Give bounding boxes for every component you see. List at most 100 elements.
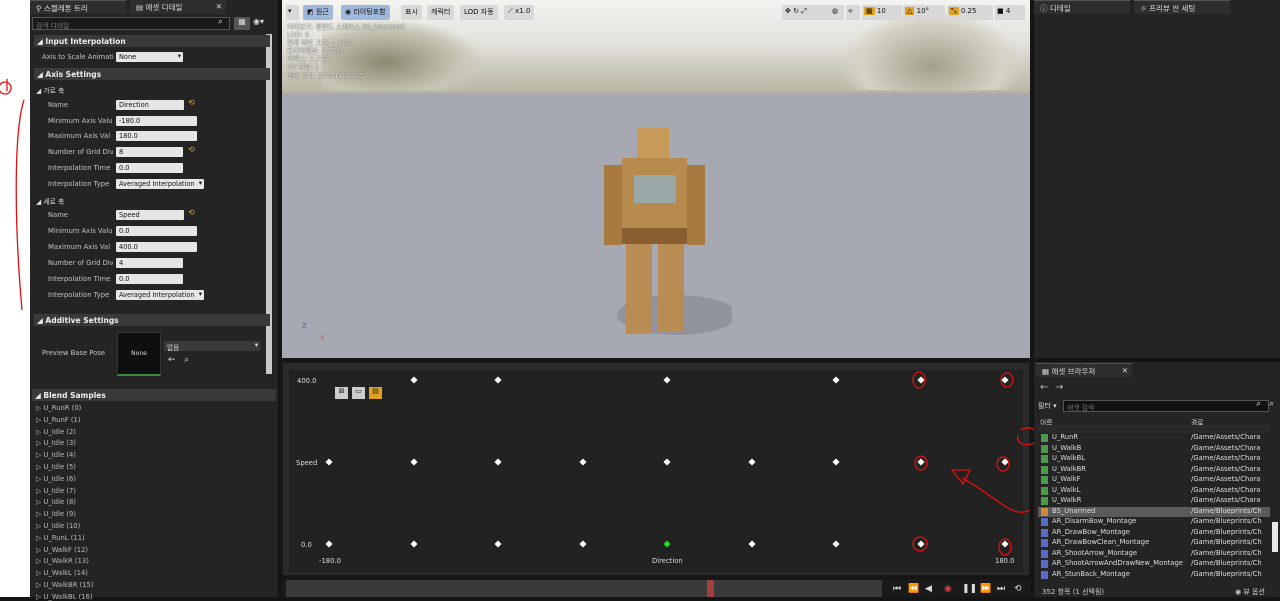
search-icon[interactable]: ⌕ xyxy=(1269,399,1274,409)
lit-button[interactable]: ◉ 라이팅포함 xyxy=(341,5,390,20)
rotate-icon[interactable]: ↻ xyxy=(793,7,799,15)
skip-to-start-icon[interactable]: ⏮ xyxy=(893,584,901,594)
blend-space-grid[interactable] xyxy=(289,370,1023,572)
angle-snap-button[interactable]: △ 10° xyxy=(903,5,945,20)
perspective-button[interactable]: ◩ 원근 xyxy=(303,5,333,20)
blend-sample-item[interactable]: ▷ U_Idle (5) xyxy=(36,463,76,471)
asset-row[interactable]: AR_StunBack_Montage/Game/Blueprints/Ch xyxy=(1038,570,1270,580)
blend-sample-item[interactable]: ▷ U_WalkBR (15) xyxy=(36,581,94,589)
arrow-left-icon[interactable]: ← xyxy=(168,355,176,365)
play-reverse-icon[interactable]: ◀ xyxy=(925,584,932,594)
tab-skeleton-tree[interactable]: ⚲ 스켈레톤 트리 xyxy=(30,0,126,14)
asset-row[interactable]: AR_DrawBow_Montage/Game/Blueprints/Ch xyxy=(1038,528,1270,538)
asset-row[interactable]: AR_ShootArrowAndDrawNew_Montage/Game/Blu… xyxy=(1038,559,1270,569)
asset-search-input[interactable]: 애셋 검색 xyxy=(1063,400,1269,412)
blend-sample-item[interactable]: ▷ U_RunF (1) xyxy=(36,416,81,424)
base-pose-thumbnail[interactable]: None xyxy=(117,332,161,376)
axis-scale-dropdown[interactable]: None xyxy=(116,52,183,62)
lod-button[interactable]: LOD 자동 xyxy=(460,5,498,20)
tab-details[interactable]: ⓘ 디테일 xyxy=(1034,0,1130,14)
blend-sample-item[interactable]: ▷ U_Idle (6) xyxy=(36,475,76,483)
h-interp-type-dropdown[interactable]: Averaged Interpolation xyxy=(116,179,204,189)
v-name-field[interactable]: Speed xyxy=(116,210,184,220)
asset-row[interactable]: AR_DrawBowClean_Montage/Game/Blueprints/… xyxy=(1038,538,1270,548)
asset-row[interactable]: U_WalkBL/Game/Assets/Chara xyxy=(1038,454,1270,464)
h-min-field[interactable]: -180.0 xyxy=(116,116,197,126)
h-grid-field[interactable]: 8 xyxy=(116,147,183,157)
eye-icon[interactable]: ◉▾ xyxy=(253,17,264,26)
v-interp-type-dropdown[interactable]: Averaged Interpolation xyxy=(116,290,204,300)
asset-row[interactable]: U_WalkF/Game/Assets/Chara xyxy=(1038,475,1270,485)
blend-sample-item[interactable]: ▷ U_Idle (3) xyxy=(36,439,76,447)
blend-sample-item[interactable]: ▷ U_Idle (8) xyxy=(36,498,76,506)
step-back-icon[interactable]: ⏪ xyxy=(908,584,919,594)
blend-sample-item[interactable]: ▷ U_Idle (7) xyxy=(36,487,76,495)
scale-icon[interactable]: ⤢ xyxy=(801,7,807,15)
asset-row[interactable]: U_WalkB/Game/Assets/Chara xyxy=(1038,444,1270,454)
h-name-field[interactable]: Direction xyxy=(116,100,184,110)
base-pose-dropdown[interactable]: 없음 xyxy=(164,341,260,351)
search-icon[interactable]: ⌕ xyxy=(184,355,189,365)
show-button[interactable]: 표시 xyxy=(401,5,422,20)
v-min-field[interactable]: 0.0 xyxy=(116,226,197,236)
blend-sample-item[interactable]: ▷ U_WalkL (14) xyxy=(36,569,88,577)
tab-preview-scene-settings[interactable]: ☼ 프리뷰 씬 세팅 xyxy=(1134,0,1230,14)
forward-arrow-icon[interactable]: → xyxy=(1055,382,1063,393)
asset-row[interactable]: U_RunR/Game/Assets/Chara xyxy=(1038,433,1270,443)
loop-icon[interactable]: ⟲ xyxy=(1014,584,1022,594)
asset-row[interactable]: U_WalkR/Game/Assets/Chara xyxy=(1038,496,1270,506)
surface-snap-button[interactable]: ⟡ xyxy=(846,5,860,20)
blend-sample-item[interactable]: ▷ U_WalkF (12) xyxy=(36,546,88,554)
grid-snap-button[interactable]: ▦ 10 xyxy=(862,5,902,20)
asset-row[interactable]: AR_DisarmBow_Montage/Game/Blueprints/Ch xyxy=(1038,517,1270,527)
v-grid-field[interactable]: 4 xyxy=(116,258,183,268)
asset-row[interactable]: BS_Unarmed/Game/Blueprints/Ch xyxy=(1038,506,1270,517)
translate-icon[interactable]: ✥ xyxy=(785,7,791,15)
close-icon[interactable]: ✕ xyxy=(216,2,222,11)
back-arrow-icon[interactable]: ← xyxy=(1040,382,1048,393)
details-search-input[interactable]: 검색 디테일 xyxy=(32,17,230,30)
camera-speed-button[interactable]: ■ 4 xyxy=(995,5,1025,20)
v-interp-time-field[interactable]: 0.0 xyxy=(116,274,183,284)
character-button[interactable]: 캐릭터 xyxy=(427,5,455,20)
v-max-field[interactable]: 400.0 xyxy=(116,242,197,252)
close-icon[interactable]: ✕ xyxy=(1122,366,1128,375)
viewport-menu-button[interactable]: ▾ xyxy=(286,5,299,20)
blend-sample-item[interactable]: ▷ U_Idle (9) xyxy=(36,510,76,518)
triangulation-toggle[interactable]: ⊠ xyxy=(335,387,348,399)
horizontal-axis-group[interactable]: ◢ 가로 축 xyxy=(36,85,64,95)
tab-asset-details[interactable]: ▤ 애셋 디테일 ✕ xyxy=(130,0,226,14)
blend-sample-item[interactable]: ▷ U_RunL (11) xyxy=(36,534,85,542)
reset-icon[interactable]: ⟲ xyxy=(188,208,195,217)
h-interp-time-field[interactable]: 0.0 xyxy=(116,163,183,173)
reset-icon[interactable]: ⟲ xyxy=(188,145,195,154)
blend-sample-item[interactable]: ▷ U_WalkR (13) xyxy=(36,557,89,565)
blend-sample-item[interactable]: ▷ U_Idle (10) xyxy=(36,522,80,530)
asset-row[interactable]: U_WalkL/Game/Assets/Chara xyxy=(1038,486,1270,496)
asset-list-scrollbar[interactable] xyxy=(1272,522,1278,552)
pause-icon[interactable]: ❚❚ xyxy=(962,584,977,594)
world-local-button[interactable]: ◍ xyxy=(830,5,844,20)
tooltip-toggle[interactable]: ▭ xyxy=(352,387,365,399)
section-axis-settings[interactable]: ◢ Axis Settings xyxy=(34,68,270,80)
playback-speed-button[interactable]: ⟋ x1.0 xyxy=(504,5,535,20)
view-options-button[interactable]: ◉ 뷰 옵션 xyxy=(1235,587,1265,597)
section-additive-settings[interactable]: ◢ Additive Settings xyxy=(34,314,270,326)
blend-sample-item[interactable]: ▷ U_Idle (4) xyxy=(36,451,76,459)
timeline-scrubber[interactable] xyxy=(707,580,714,597)
animation-names-toggle[interactable]: ▤ xyxy=(369,387,382,399)
blend-sample-item[interactable]: ▷ U_RunR (0) xyxy=(36,404,81,412)
grid-view-button[interactable]: ▦ xyxy=(234,17,250,30)
asset-row[interactable]: AR_ShootArrow_Montage/Game/Blueprints/Ch xyxy=(1038,549,1270,559)
skip-to-end-icon[interactable]: ⏭ xyxy=(997,584,1005,594)
section-input-interpolation[interactable]: ◢ Input Interpolation xyxy=(34,35,270,47)
h-max-field[interactable]: 180.0 xyxy=(116,131,197,141)
blend-sample-item[interactable]: ▷ U_Idle (2) xyxy=(36,428,76,436)
timeline-track[interactable] xyxy=(286,580,882,597)
section-blend-samples[interactable]: ◢ Blend Samples xyxy=(32,389,276,401)
step-forward-icon[interactable]: ⏩ xyxy=(980,584,991,594)
vertical-axis-group[interactable]: ◢ 세로 축 xyxy=(36,196,64,206)
reset-icon[interactable]: ⟲ xyxy=(188,98,195,107)
scale-snap-button[interactable]: ⤡ 0.25 xyxy=(947,5,993,20)
filter-button[interactable]: 필터 ▾ xyxy=(1038,401,1057,411)
